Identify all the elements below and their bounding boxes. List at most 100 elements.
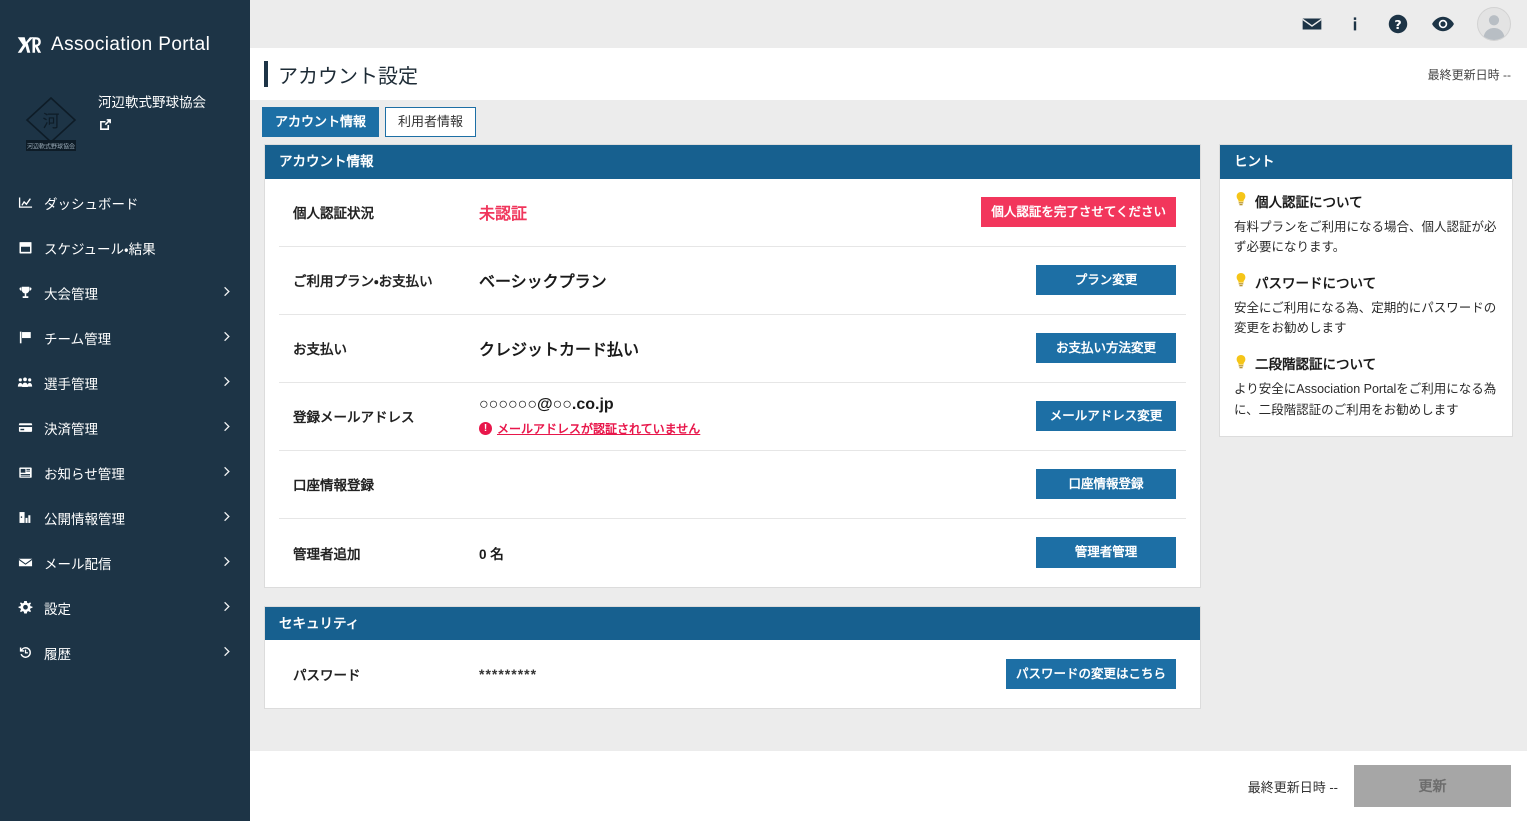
sidebar-item-label: 決済管理 [44, 418, 221, 438]
page-last-updated: 最終更新日時 -- [1428, 66, 1513, 83]
lightbulb-icon [1234, 354, 1248, 373]
hint-title-row: パスワードについて [1234, 272, 1498, 292]
help-icon[interactable]: ? [1387, 13, 1409, 35]
svg-text:河: 河 [43, 112, 60, 132]
sidebar-item-settings[interactable]: 設定 [0, 585, 250, 630]
row-value: クレジットカード払い [479, 336, 1036, 360]
sidebar-item-label: お知らせ管理 [44, 463, 221, 483]
hint-title: 二段階認証について [1255, 353, 1376, 373]
account-info-panel-body: 個人認証状況 未認証 個人認証を完了させてください ご利用プラン・お支払い ベー… [265, 179, 1200, 587]
sidebar-item-schedule[interactable]: スケジュール・結果 [0, 225, 250, 270]
change-payment-method-button[interactable]: お支払い方法変更 [1036, 333, 1176, 363]
register-bank-account-button[interactable]: 口座情報登録 [1036, 469, 1176, 499]
email-unverified-link[interactable]: メールアドレスが認証されていません [497, 420, 700, 437]
user-avatar-icon[interactable] [1477, 7, 1511, 41]
sidebar-item-mail[interactable]: メール配信 [0, 540, 250, 585]
row-label: 登録メールアドレス [279, 406, 479, 426]
change-password-button[interactable]: パスワードの変更はこちら [1006, 659, 1176, 689]
flag-icon [14, 330, 36, 345]
hint-text: 安全にご利用になる為、定期的にパスワードの変更をお勧めします [1234, 298, 1498, 339]
complete-identity-verification-button[interactable]: 個人認証を完了させてください [981, 197, 1176, 227]
row-label: パスワード [279, 664, 479, 684]
table-row: 登録メールアドレス ○○○○○○@○○.co.jp ! メールアドレスが認証され… [279, 383, 1186, 451]
account-info-panel-heading: アカウント情報 [265, 145, 1200, 179]
sidebar-item-player[interactable]: 選手管理 [0, 360, 250, 405]
row-action: メールアドレス変更 [1036, 401, 1186, 431]
external-link-icon[interactable] [98, 117, 113, 137]
sidebar-nav: ダッシュボード スケジュール・結果 大会管理 [0, 178, 250, 675]
mail-icon[interactable] [1301, 13, 1323, 35]
info-icon[interactable] [1345, 13, 1365, 35]
update-button[interactable]: 更新 [1354, 765, 1511, 807]
sidebar-item-tournament[interactable]: 大会管理 [0, 270, 250, 315]
page-title-accent-bar [264, 61, 268, 87]
page-title: アカウント設定 [278, 60, 418, 89]
change-email-button[interactable]: メールアドレス変更 [1036, 401, 1176, 431]
chevron-right-icon [221, 465, 234, 481]
chevron-right-icon [221, 510, 234, 526]
org-info: 河辺軟式野球協会 [98, 90, 206, 137]
calendar-icon [14, 240, 36, 255]
org-block: 河 河辺軟式野球協会 河辺軟式野球協会 [0, 62, 250, 178]
sidebar-item-news[interactable]: お知らせ管理 [0, 450, 250, 495]
content-body: アカウント情報 個人認証状況 未認証 個人認証を完了させてください ご利用プラン… [250, 144, 1527, 821]
row-action: 管理者管理 [1036, 537, 1186, 567]
tab-user-info[interactable]: 利用者情報 [385, 107, 476, 137]
sidebar-item-payment[interactable]: 決済管理 [0, 405, 250, 450]
email-unverified-warning: ! メールアドレスが認証されていません [479, 420, 1036, 437]
hints-panel-heading: ヒント [1220, 145, 1512, 179]
footer-bar: 最終更新日時 -- 更新 [250, 751, 1527, 821]
row-value: 未認証 [479, 200, 981, 224]
sidebar-item-label: 履歴 [44, 643, 221, 663]
table-row: 個人認証状況 未認証 個人認証を完了させてください [279, 179, 1186, 247]
chevron-right-icon [221, 645, 234, 661]
svg-text:?: ? [1394, 17, 1401, 32]
building-icon [14, 510, 36, 525]
row-action: 個人認証を完了させてください [981, 197, 1186, 227]
hint-title-row: 個人認証について [1234, 191, 1498, 211]
hint-title: パスワードについて [1255, 272, 1376, 292]
chevron-right-icon [221, 330, 234, 346]
password-masked-value: ********* [479, 666, 1006, 682]
list-item: 個人認証について 有料プランをご利用になる場合、個人認証が必ず必要になります。 [1234, 191, 1498, 258]
eye-icon[interactable] [1431, 13, 1455, 35]
gear-icon [14, 600, 36, 615]
tab-account-info[interactable]: アカウント情報 [262, 107, 379, 137]
table-row: 口座情報登録 口座情報登録 [279, 451, 1186, 519]
row-label: お支払い [279, 338, 479, 358]
hint-title: 個人認証について [1255, 191, 1363, 211]
change-plan-button[interactable]: プラン変更 [1036, 265, 1176, 295]
sidebar-item-label: メール配信 [44, 553, 221, 573]
brand[interactable]: Association Portal [0, 0, 250, 62]
manage-administrators-button[interactable]: 管理者管理 [1036, 537, 1176, 567]
hint-title-row: 二段階認証について [1234, 353, 1498, 373]
table-row: パスワード ********* パスワードの変更はこちら [279, 640, 1186, 708]
row-value: ベーシックプラン [479, 268, 1036, 292]
row-action: プラン変更 [1036, 265, 1186, 295]
table-row: 管理者追加 0 名 管理者管理 [279, 519, 1186, 587]
lightbulb-icon [1234, 272, 1248, 291]
main-area: ? アカウント設定 最終更新日時 -- アカウント情報 利用者情報 [250, 0, 1527, 821]
users-icon [14, 375, 36, 390]
sidebar-item-team[interactable]: チーム管理 [0, 315, 250, 360]
sidebar-item-dashboard[interactable]: ダッシュボード [0, 180, 250, 225]
chevron-right-icon [221, 285, 234, 301]
hints-panel-body: 個人認証について 有料プランをご利用になる場合、個人認証が必ず必要になります。 … [1220, 179, 1512, 437]
hints-panel: ヒント 個人認証について 有料プランをご利用になる場合、個人認証が必ず必要になり… [1219, 144, 1513, 437]
sidebar-item-public-info[interactable]: 公開情報管理 [0, 495, 250, 540]
hint-text: 有料プランをご利用になる場合、個人認証が必ず必要になります。 [1234, 217, 1498, 258]
content-main-column: アカウント情報 個人認証状況 未認証 個人認証を完了させてください ご利用プラン… [264, 144, 1201, 821]
table-row: お支払い クレジットカード払い お支払い方法変更 [279, 315, 1186, 383]
list-item: 二段階認証について より安全にAssociation Portalをご利用になる… [1234, 353, 1498, 420]
sidebar-item-label: 公開情報管理 [44, 508, 221, 528]
table-row: ご利用プラン・お支払い ベーシックプラン プラン変更 [279, 247, 1186, 315]
row-value: 0 名 [479, 543, 1036, 563]
security-panel: セキュリティ パスワード ********* パスワードの変更はこちら [264, 606, 1201, 710]
sidebar-item-history[interactable]: 履歴 [0, 630, 250, 675]
chart-line-icon [14, 195, 36, 210]
sidebar-item-label: 大会管理 [44, 283, 221, 303]
association-portal-logo-icon [16, 34, 42, 56]
page-header: アカウント設定 最終更新日時 -- [250, 48, 1527, 100]
alert-circle-icon: ! [479, 422, 492, 435]
sidebar-item-label: チーム管理 [44, 328, 221, 348]
